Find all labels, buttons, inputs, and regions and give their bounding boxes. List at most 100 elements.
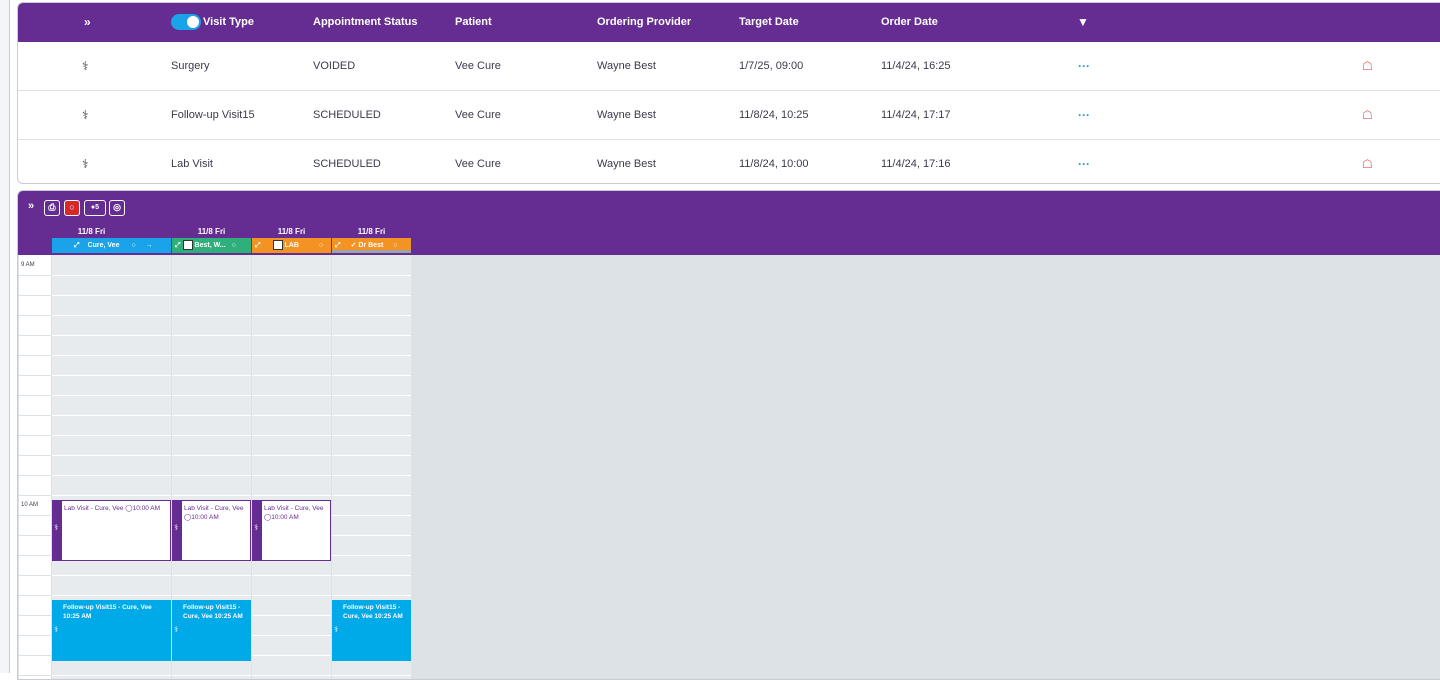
column-label: LAB [284, 242, 299, 249]
grid-line [332, 595, 411, 596]
eye-icon[interactable]: ◎ [109, 200, 125, 216]
checkbox[interactable] [272, 240, 283, 251]
appointment-event[interactable]: ⚕ Lab Visit - Cure, Vee ◯10:00 AM [252, 500, 331, 561]
time-tick [19, 275, 51, 276]
expand-icon[interactable]: ⤢ [255, 242, 261, 249]
circle-icon[interactable]: ○ [131, 242, 135, 249]
grid-line [252, 615, 331, 616]
stethoscope-icon: ⚕ [334, 625, 339, 634]
target-date-cell: 11/8/24, 10:25 [739, 109, 809, 121]
grid-line [252, 675, 331, 676]
calendar-column[interactable] [252, 255, 331, 679]
time-tick [19, 575, 51, 576]
grid-line [52, 355, 171, 356]
checkbox[interactable] [182, 240, 193, 251]
ordering-provider-header[interactable]: Ordering Provider [597, 3, 691, 42]
order-date-cell: 11/4/24, 17:17 [881, 109, 951, 121]
day-header: 11/8 Fri [277, 227, 306, 236]
column-header-lab[interactable]: ⤢ LAB ○ [252, 238, 331, 253]
time-tick [19, 295, 51, 296]
more-options-button[interactable]: ··· [1078, 42, 1090, 91]
more-options-button[interactable]: ··· [1078, 140, 1090, 183]
more-options-button[interactable]: ··· [1078, 91, 1090, 140]
circle-icon[interactable]: ○ [393, 242, 397, 249]
print-icon[interactable]: ⎙ [44, 200, 60, 216]
grid-line [252, 475, 331, 476]
stethoscope-icon: ⚕ [82, 108, 89, 122]
grid-line [332, 455, 411, 456]
grid-line [52, 495, 171, 496]
order-date-header[interactable]: Order Date [881, 3, 938, 42]
trash-icon[interactable]: ☖ [1362, 91, 1373, 140]
order-date-cell: 11/4/24, 16:25 [881, 60, 951, 72]
visit-type-cell: Lab Visit [171, 158, 213, 170]
time-tick [19, 395, 51, 396]
time-tick [19, 635, 51, 636]
grid-line [52, 335, 171, 336]
table-row[interactable]: ⚕ Follow-up Visit15 SCHEDULED Vee Cure W… [18, 91, 1440, 140]
double-chevron-down-icon[interactable]: » [84, 3, 91, 42]
grid-line [332, 495, 411, 496]
trash-icon[interactable]: ☖ [1362, 140, 1373, 183]
event-label: Lab Visit - Cure, Vee ◯10:00 AM [184, 505, 244, 521]
time-tick [19, 515, 51, 516]
column-header-dr-best[interactable]: ⤢ ✓ Dr Best ○ [332, 238, 411, 253]
time-tick [19, 355, 51, 356]
trash-icon[interactable]: ☖ [1362, 42, 1373, 91]
record-icon[interactable]: ○ [64, 200, 80, 216]
patient-cell: Vee Cure [455, 158, 501, 170]
grid-line [172, 675, 251, 676]
arrow-right-icon[interactable]: → [146, 242, 153, 249]
stethoscope-icon: ⚕ [54, 523, 59, 532]
filter-icon[interactable]: ▼ [1077, 3, 1089, 42]
grid-line [252, 415, 331, 416]
time-tick [19, 435, 51, 436]
grid-line [172, 435, 251, 436]
grid-line [252, 335, 331, 336]
badge-count: 5 [95, 204, 100, 211]
appointment-event[interactable]: Follow-up Visit15 - Cure, Vee 10:25 AM ⚕ [52, 600, 171, 661]
grid-line [252, 275, 331, 276]
grid-line [252, 655, 331, 656]
grid-line [52, 415, 171, 416]
visit-type-cell: Surgery [171, 60, 210, 72]
appointment-event[interactable]: ⚕ Lab Visit - Cure, Vee ◯10:00 AM [172, 500, 251, 561]
expand-icon[interactable]: ⤢ [74, 242, 80, 249]
grid-line [172, 595, 251, 596]
table-row[interactable]: ⚕ Surgery VOIDED Vee Cure Wayne Best 1/7… [18, 42, 1440, 91]
grid-line [332, 515, 411, 516]
expand-icon[interactable]: ⤢ [335, 242, 341, 249]
expand-icon[interactable]: ⤢ [175, 242, 181, 249]
time-tick [19, 675, 51, 676]
appointment-event[interactable]: ⚕ Lab Visit - Cure, Vee ◯10:00 AM [52, 500, 171, 561]
appointment-status-header[interactable]: Appointment Status [313, 3, 418, 42]
column-header-cure-vee[interactable]: ⤢ Cure, Vee ○ → [52, 238, 171, 253]
column-header-best-w[interactable]: ⤢ Best, W... ○ [172, 238, 251, 253]
appointment-event[interactable]: Follow-up Visit15 - Cure, Vee 10:25 AM ⚕ [172, 600, 251, 661]
stethoscope-icon: ⚕ [174, 625, 179, 634]
appointment-event[interactable]: Follow-up Visit15 - Cure, Vee 10:25 AM ⚕ [332, 600, 411, 661]
circle-icon[interactable]: ○ [319, 242, 323, 249]
patient-header[interactable]: Patient [455, 3, 492, 42]
grid-line [52, 295, 171, 296]
visit-type-toggle[interactable]: Visit Type [171, 3, 254, 42]
table-row[interactable]: ⚕ Lab Visit SCHEDULED Vee Cure Wayne Bes… [18, 140, 1440, 183]
grid-line [172, 495, 251, 496]
grid-line [52, 675, 171, 676]
time-tick [19, 495, 51, 496]
grid-line [252, 495, 331, 496]
grid-line [332, 275, 411, 276]
toggle-switch[interactable] [171, 14, 201, 31]
target-date-cell: 1/7/25, 09:00 [739, 60, 804, 72]
double-chevron-down-icon[interactable]: » [28, 200, 34, 212]
checkmark-icon[interactable]: ✓ [351, 242, 357, 249]
grid-line [252, 375, 331, 376]
calendar-header: » ⎙ ○ ●5 ◎ 11/8 Fri 11/8 Fri 11/8 Fri 11… [18, 191, 1440, 255]
visit-type-header[interactable]: Visit Type [203, 16, 254, 28]
target-date-header[interactable]: Target Date [739, 3, 799, 42]
badge-count-button[interactable]: ●5 [84, 200, 106, 216]
grid-line [252, 595, 331, 596]
grid-line [252, 635, 331, 636]
circle-icon[interactable]: ○ [232, 242, 236, 249]
column-label: Best, W... [194, 242, 226, 249]
